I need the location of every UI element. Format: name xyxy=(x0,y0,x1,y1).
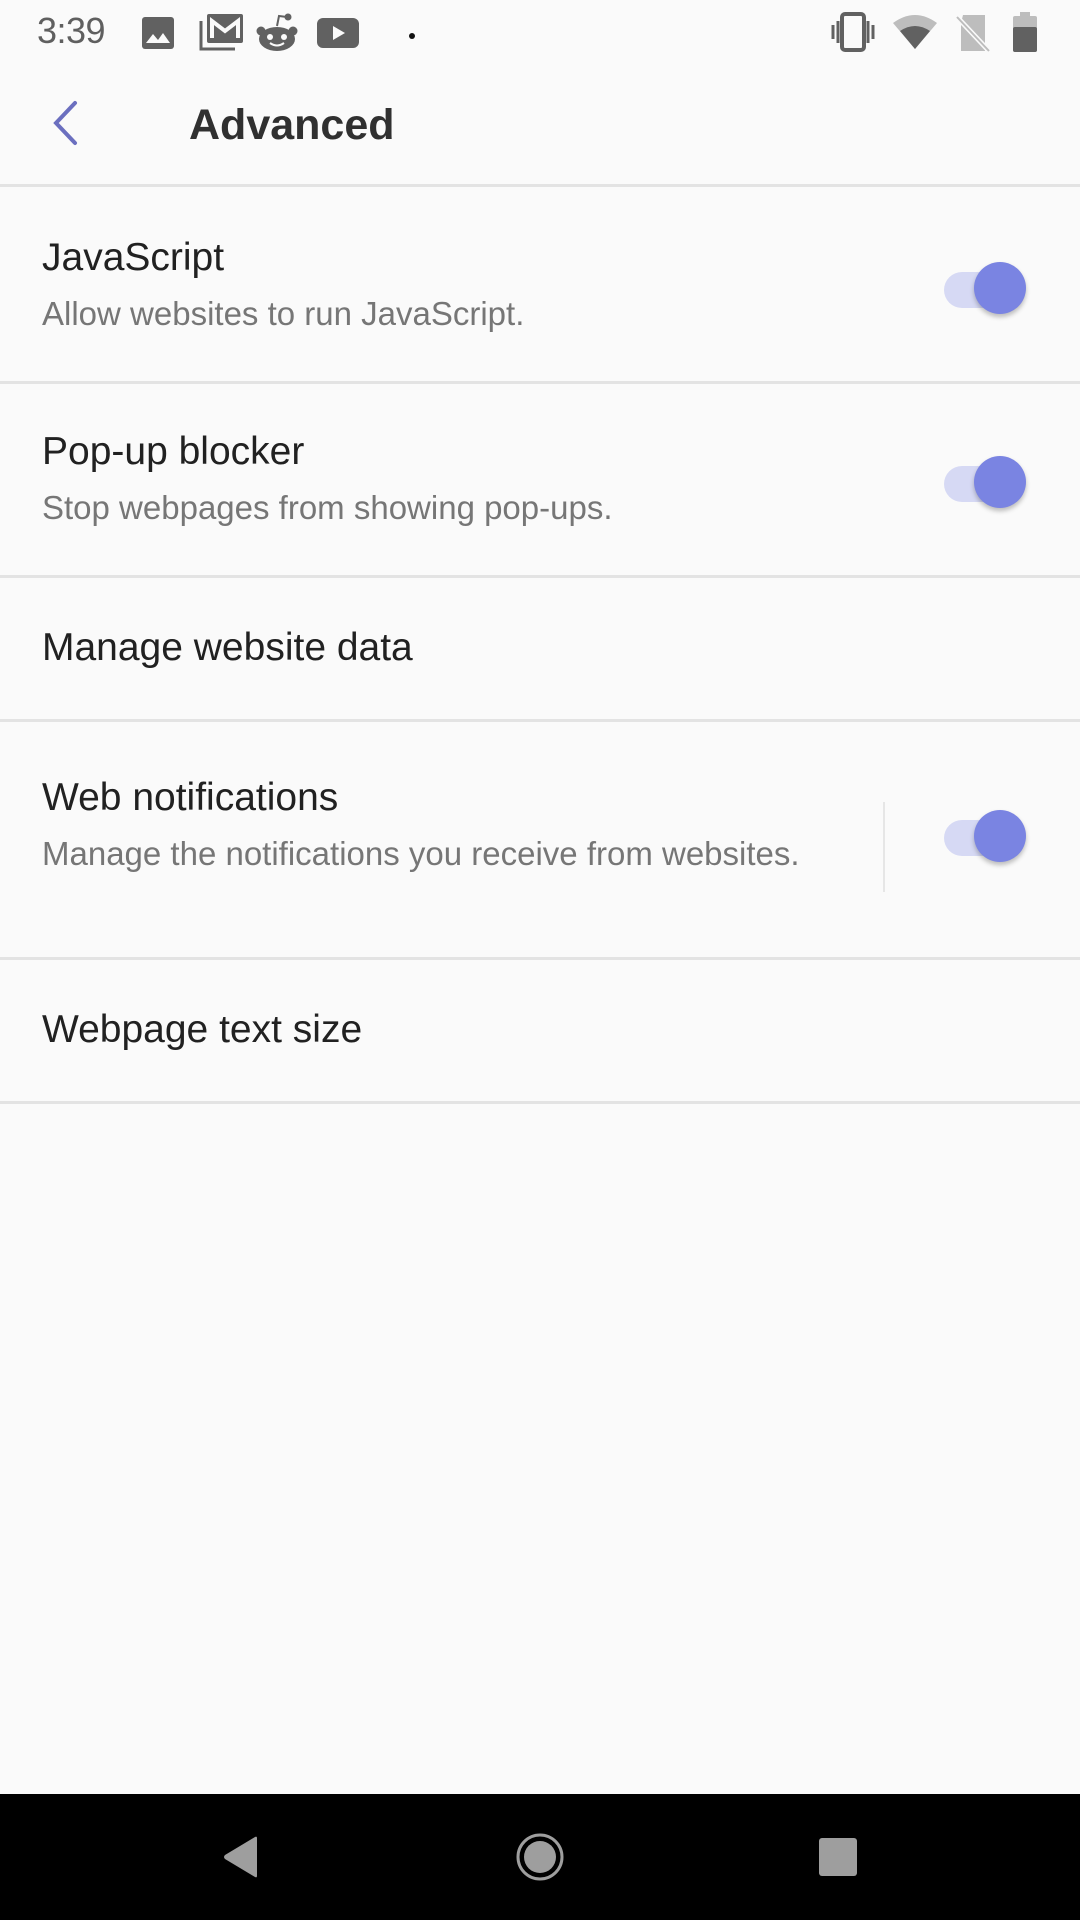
setting-title: Web notifications xyxy=(42,776,339,819)
page-title: Advanced xyxy=(189,101,395,149)
vertical-divider xyxy=(883,802,885,892)
setting-title: Webpage text size xyxy=(42,1008,363,1051)
popup-blocker-toggle[interactable] xyxy=(944,448,1028,508)
nav-recents-icon xyxy=(817,1836,859,1883)
setting-title: Manage website data xyxy=(42,626,413,669)
setting-subtitle: Stop webpages from showing pop-ups. xyxy=(42,489,613,526)
wifi-icon xyxy=(892,13,938,56)
status-time: 3:39 xyxy=(37,10,106,51)
notification-dot-icon xyxy=(408,27,416,45)
system-nav-bar xyxy=(0,1794,1080,1920)
setting-webpage-text-size[interactable]: Webpage text size xyxy=(0,960,1080,1104)
setting-subtitle: Manage the notifications you receive fro… xyxy=(42,835,800,872)
nav-back-button[interactable] xyxy=(201,1824,281,1894)
nav-home-button[interactable] xyxy=(500,1824,580,1894)
back-button[interactable] xyxy=(36,93,96,157)
nav-home-icon xyxy=(515,1832,565,1887)
reddit-icon xyxy=(256,12,298,57)
toggle-thumb xyxy=(974,810,1026,862)
status-bar: 3:39 xyxy=(0,0,1080,63)
setting-subtitle: Allow websites to run JavaScript. xyxy=(42,295,525,332)
setting-javascript[interactable]: JavaScript Allow websites to run JavaScr… xyxy=(0,190,1080,384)
settings-list: JavaScript Allow websites to run JavaScr… xyxy=(0,190,1080,1104)
setting-title: Pop-up blocker xyxy=(42,430,305,473)
setting-web-notifications[interactable]: Web notifications Manage the notificatio… xyxy=(0,722,1080,960)
toggle-thumb xyxy=(974,262,1026,314)
youtube-icon xyxy=(317,18,359,53)
app-bar: Advanced xyxy=(0,63,1080,187)
nav-back-icon xyxy=(221,1835,261,1884)
nav-recents-button[interactable] xyxy=(798,1824,878,1894)
battery-icon xyxy=(1012,11,1038,58)
no-sim-icon xyxy=(955,13,991,58)
javascript-toggle[interactable] xyxy=(944,254,1028,314)
setting-manage-website-data[interactable]: Manage website data xyxy=(0,578,1080,722)
setting-title: JavaScript xyxy=(42,236,225,279)
vibrate-icon xyxy=(829,12,877,57)
setting-popup-blocker[interactable]: Pop-up blocker Stop webpages from showin… xyxy=(0,384,1080,578)
toggle-thumb xyxy=(974,456,1026,508)
image-icon xyxy=(141,16,175,55)
web-notifications-toggle[interactable] xyxy=(944,802,1028,862)
gmail-icon xyxy=(199,13,245,56)
chevron-left-icon xyxy=(51,100,81,151)
